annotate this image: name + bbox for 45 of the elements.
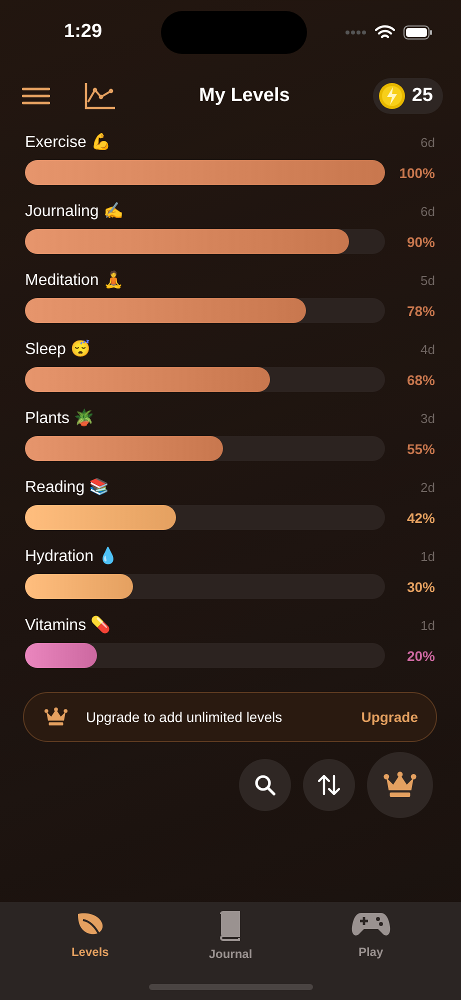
battery-icon <box>403 24 433 40</box>
search-icon <box>254 774 276 796</box>
level-name: Sleep 😴 <box>25 339 90 359</box>
crown-icon <box>383 771 417 799</box>
chart-button[interactable] <box>84 82 116 110</box>
level-age: 5d <box>420 272 435 288</box>
level-name: Reading 📚 <box>25 477 110 497</box>
level-name: Exercise 💪 <box>25 132 111 152</box>
upgrade-link[interactable]: Upgrade <box>361 709 418 725</box>
level-name: Hydration 💧 <box>25 546 118 566</box>
book-icon <box>218 911 242 941</box>
status-time: 1:29 <box>64 21 102 43</box>
sort-arrows-icon <box>317 774 341 796</box>
level-age: 1d <box>420 618 435 632</box>
page-title: My Levels <box>198 85 291 107</box>
level-age: 2d <box>420 480 435 494</box>
tab[interactable]: Play <box>326 910 416 962</box>
level-name: Journaling ✍ <box>25 201 124 221</box>
upgrade-message: Upgrade to add unlimited levels <box>86 709 284 725</box>
coin-count: 25 <box>412 85 433 107</box>
level-percent: 55% <box>406 440 435 456</box>
tab[interactable]: Journal <box>185 910 276 962</box>
level-age: 6d <box>420 134 435 150</box>
tab[interactable]: Levels <box>45 910 136 962</box>
level-age: 4d <box>420 342 435 356</box>
menu-button[interactable] <box>22 87 50 105</box>
search-button[interactable] <box>239 759 291 811</box>
level-percent: 100% <box>399 164 435 180</box>
signal-icon <box>345 30 367 34</box>
sort-button[interactable] <box>303 759 355 811</box>
level-age: 3d <box>420 410 435 426</box>
lightning-coin-icon <box>378 82 406 110</box>
level-name: Plants 🪴 <box>25 408 94 428</box>
level-percent: 30% <box>406 578 435 594</box>
level-percent: 20% <box>406 648 435 664</box>
level-age: 1d <box>420 548 435 564</box>
level-percent: 90% <box>406 234 435 250</box>
level-percent: 78% <box>406 302 435 318</box>
crown-icon <box>44 707 68 727</box>
level-name: Meditation 🧘 <box>25 270 124 290</box>
level-age: 6d <box>420 204 435 218</box>
level-percent: 68% <box>406 372 435 388</box>
level-percent: 42% <box>406 510 435 526</box>
wifi-icon <box>375 24 395 40</box>
level-name: Vitamins 💊 <box>25 615 111 635</box>
